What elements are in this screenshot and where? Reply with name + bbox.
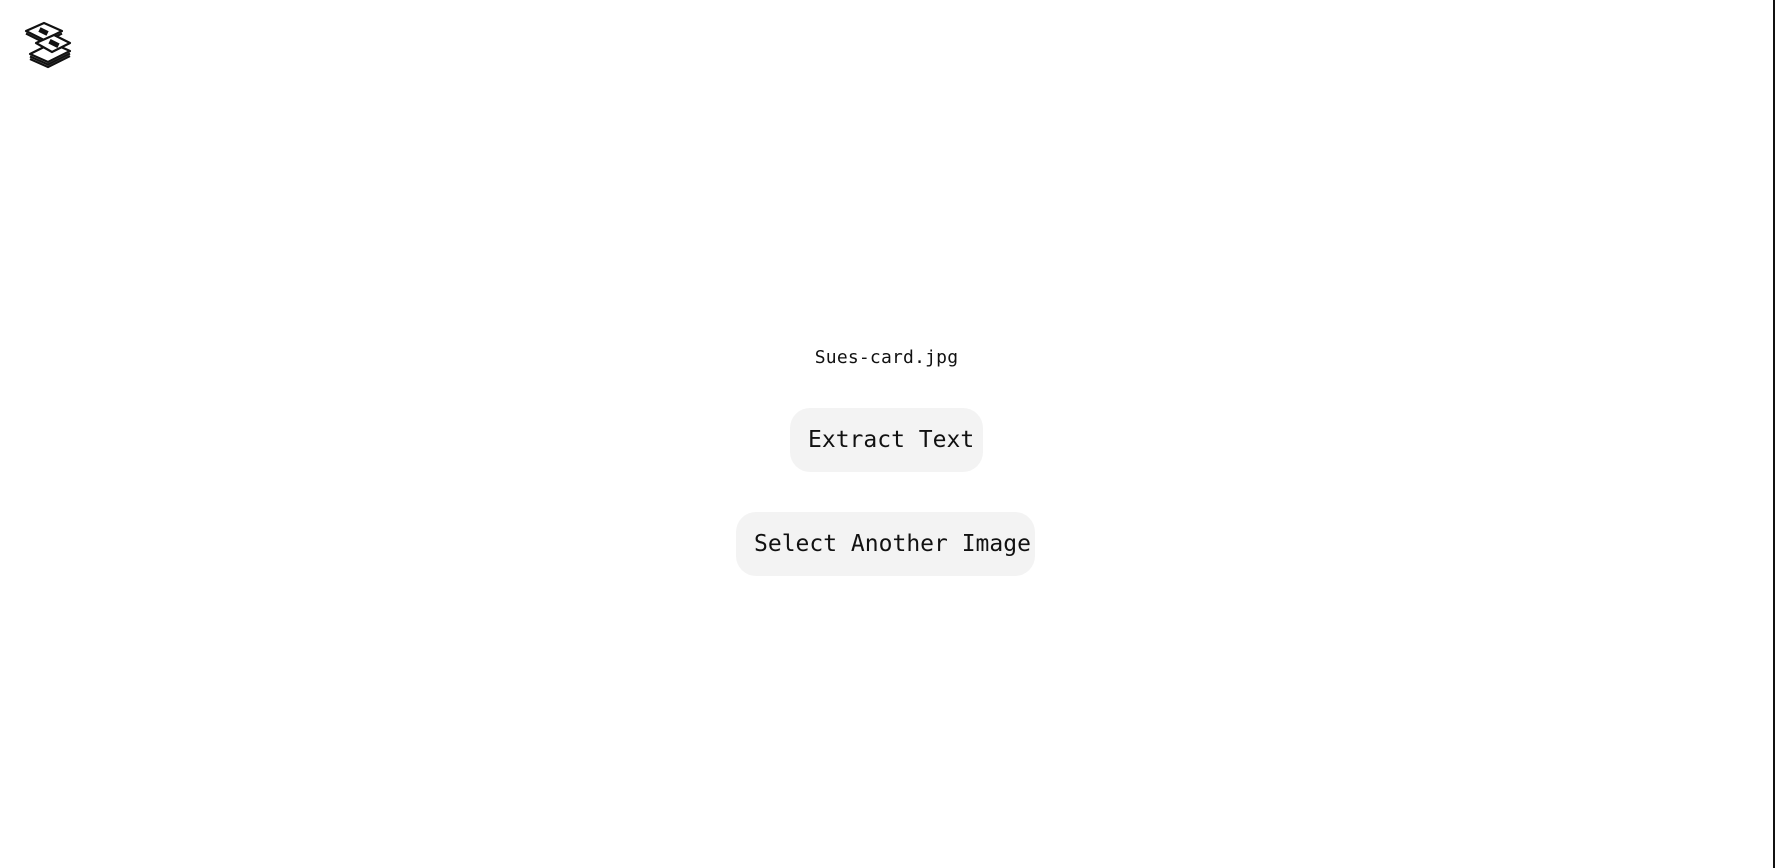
selected-file-name: Sues-card.jpg xyxy=(814,347,959,368)
select-another-image-button[interactable]: Select Another Image xyxy=(736,512,1035,576)
extract-text-button[interactable]: Extract Text xyxy=(790,408,983,472)
app-window: Sues-card.jpg Extract Text Select Anothe… xyxy=(0,0,1775,868)
main-content: Sues-card.jpg Extract Text Select Anothe… xyxy=(0,0,1773,868)
